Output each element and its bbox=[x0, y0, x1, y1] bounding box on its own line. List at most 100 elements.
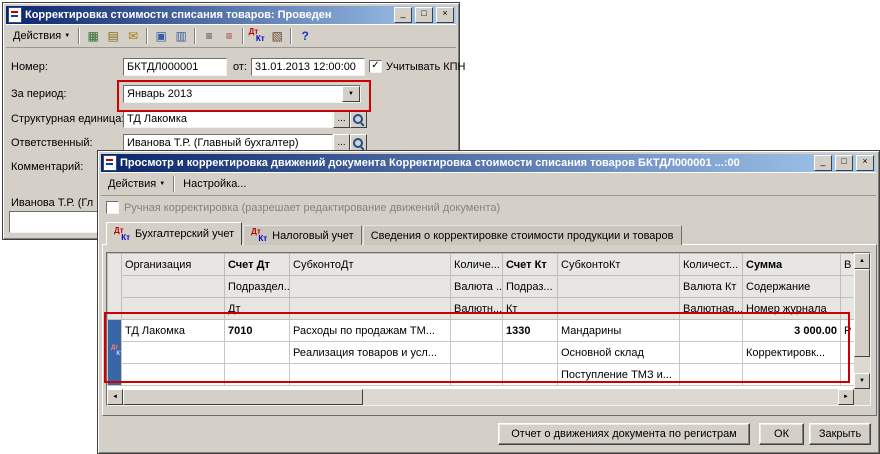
unit-input[interactable]: ТД Лакомка bbox=[123, 110, 333, 128]
cell-schet-kt[interactable] bbox=[503, 342, 558, 364]
scroll-track[interactable] bbox=[854, 357, 870, 373]
postings-table: Организация Счет Дт СубконтоДт Количе...… bbox=[107, 253, 855, 386]
scroll-track[interactable] bbox=[363, 389, 838, 405]
cell-schet-dt[interactable] bbox=[225, 342, 290, 364]
col-header-summa[interactable]: Сумма bbox=[743, 254, 841, 276]
col-header-kol-dt[interactable]: Количе... bbox=[451, 254, 503, 276]
cell-summa[interactable]: 3 000.00 bbox=[743, 320, 841, 342]
maximize-button[interactable]: □ bbox=[835, 155, 853, 171]
help-button[interactable]: ? bbox=[295, 26, 315, 45]
unit-ellipsis-button[interactable]: ... bbox=[333, 110, 350, 128]
close-button[interactable]: Закрыть bbox=[809, 423, 871, 445]
vertical-scrollbar[interactable]: ▲ ▼ bbox=[854, 253, 870, 389]
cell-subkonto-kt[interactable]: Поступление ТМЗ и... bbox=[558, 364, 680, 386]
toolbar-separator bbox=[173, 176, 175, 192]
header-valutn-dt[interactable]: Валютн... bbox=[451, 298, 503, 320]
header-podraz-kt[interactable]: Подраз... bbox=[503, 276, 558, 298]
list-icon: ≡ bbox=[206, 30, 213, 42]
cell-kol-kt[interactable] bbox=[680, 364, 743, 386]
list-button[interactable]: ≡ bbox=[199, 26, 219, 45]
header-nomer-zhurnala[interactable]: Номер журнала bbox=[743, 298, 841, 320]
cell-v[interactable]: Р bbox=[841, 320, 855, 342]
table-row[interactable]: Поступление ТМЗ и... bbox=[108, 364, 855, 386]
report-movements-button[interactable]: Отчет о движениях документа по регистрам bbox=[498, 423, 750, 445]
marked-list-button[interactable]: ≡ bbox=[219, 26, 239, 45]
cell-schet-kt[interactable]: 1330 bbox=[503, 320, 558, 342]
number-input[interactable]: БКТДЛ000001 bbox=[123, 58, 227, 76]
post-document-button[interactable]: ▦ bbox=[83, 26, 103, 45]
send-button[interactable]: ✉ bbox=[123, 26, 143, 45]
cell-schet-dt[interactable] bbox=[225, 364, 290, 386]
journal-button[interactable]: ▧ bbox=[267, 26, 287, 45]
cell-schet-dt[interactable]: 7010 bbox=[225, 320, 290, 342]
table-row[interactable]: ДтКт ТД Лакомка 7010 Расходы по продажам… bbox=[108, 320, 855, 342]
scroll-left-icon[interactable]: ◄ bbox=[107, 389, 123, 405]
close-button[interactable]: × bbox=[436, 7, 454, 23]
col-header-schet-dt[interactable]: Счет Дт bbox=[225, 254, 290, 276]
unit-open-button[interactable] bbox=[350, 110, 367, 128]
dropdown-icon[interactable]: ▼ bbox=[342, 86, 360, 102]
ok-button[interactable]: ОК bbox=[759, 423, 804, 445]
cell-v[interactable] bbox=[841, 364, 855, 386]
header-dt-wrap[interactable]: Дт bbox=[225, 298, 290, 320]
movements-button[interactable]: ▤ bbox=[103, 26, 123, 45]
col-header-subkonto-dt[interactable]: СубконтоДт bbox=[290, 254, 451, 276]
cell-org[interactable] bbox=[122, 364, 225, 386]
cell-v[interactable] bbox=[841, 342, 855, 364]
actions-menu-button[interactable]: Действия ▼ bbox=[8, 26, 75, 46]
horizontal-scrollbar[interactable]: ◄ ► bbox=[107, 389, 854, 405]
scroll-up-icon[interactable]: ▲ bbox=[854, 253, 870, 269]
copy-button[interactable]: ▣ bbox=[151, 26, 171, 45]
col-header-schet-kt[interactable]: Счет Кт bbox=[503, 254, 558, 276]
row-selector[interactable]: ДтКт bbox=[108, 320, 122, 386]
front-window-titlebar[interactable]: Просмотр и корректировка движений докуме… bbox=[101, 154, 876, 172]
header-valuta-dt[interactable]: Валюта ... bbox=[451, 276, 503, 298]
actions-menu-button[interactable]: Действия ▼ bbox=[103, 174, 170, 194]
manual-adjustment-checkbox[interactable] bbox=[106, 201, 119, 214]
cell-kol-dt[interactable] bbox=[451, 342, 503, 364]
header-valuta-kt[interactable]: Валюта Кт bbox=[680, 276, 743, 298]
settings-button[interactable]: Настройка... bbox=[178, 174, 251, 194]
header-valutnaya-kt[interactable]: Валютная... bbox=[680, 298, 743, 320]
back-window-titlebar[interactable]: Корректировка стоимости списания товаров… bbox=[6, 6, 456, 24]
cell-kol-dt[interactable] bbox=[451, 364, 503, 386]
cell-soderzhanie[interactable] bbox=[743, 364, 841, 386]
tab-tax[interactable]: ДтКт Налоговый учет bbox=[243, 225, 362, 245]
table-row[interactable]: Реализация товаров и усл... Основной скл… bbox=[108, 342, 855, 364]
cell-schet-kt[interactable] bbox=[503, 364, 558, 386]
cell-subkonto-kt[interactable]: Основной склад bbox=[558, 342, 680, 364]
header-kt-wrap[interactable]: Кт bbox=[503, 298, 558, 320]
horizontal-scroll-thumb[interactable] bbox=[123, 389, 363, 405]
cell-subkonto-dt[interactable]: Реализация товаров и усл... bbox=[290, 342, 451, 364]
create-based-on-button[interactable]: ▥ bbox=[171, 26, 191, 45]
maximize-button[interactable]: □ bbox=[415, 7, 433, 23]
kpn-checkbox[interactable]: ✓ bbox=[369, 60, 382, 73]
vertical-scroll-thumb[interactable] bbox=[854, 269, 870, 357]
dtkt-button[interactable]: ДтКт bbox=[247, 26, 267, 45]
header-soderzhanie[interactable]: Содержание bbox=[743, 276, 841, 298]
cell-org[interactable]: ТД Лакомка bbox=[122, 320, 225, 342]
scroll-down-icon[interactable]: ▼ bbox=[854, 373, 870, 389]
cell-kol-kt[interactable] bbox=[680, 342, 743, 364]
minimize-button[interactable]: _ bbox=[394, 7, 412, 23]
cell-kol-dt[interactable] bbox=[451, 320, 503, 342]
col-header-v[interactable]: В bbox=[841, 254, 855, 276]
cell-subkonto-dt[interactable] bbox=[290, 364, 451, 386]
actions-label: Действия bbox=[108, 178, 156, 190]
close-button[interactable]: × bbox=[856, 155, 874, 171]
date-input[interactable]: 31.01.2013 12:00:00 bbox=[251, 58, 365, 76]
scroll-right-icon[interactable]: ► bbox=[838, 389, 854, 405]
period-select[interactable]: Январь 2013 ▼ bbox=[123, 85, 361, 103]
tab-accounting[interactable]: ДтКт Бухгалтерский учет bbox=[106, 222, 242, 245]
cell-org[interactable] bbox=[122, 342, 225, 364]
cell-subkonto-kt[interactable]: Мандарины bbox=[558, 320, 680, 342]
col-header-subkonto-kt[interactable]: СубконтоКт bbox=[558, 254, 680, 276]
tab-cost-adjustment-info[interactable]: Сведения о корректировке стоимости проду… bbox=[363, 225, 682, 245]
header-podrazdel-dt[interactable]: Подраздел... bbox=[225, 276, 290, 298]
cell-subkonto-dt[interactable]: Расходы по продажам ТМ... bbox=[290, 320, 451, 342]
cell-soderzhanie[interactable]: Корректировк... bbox=[743, 342, 841, 364]
col-header-org[interactable]: Организация bbox=[122, 254, 225, 276]
minimize-button[interactable]: _ bbox=[814, 155, 832, 171]
col-header-kol-kt[interactable]: Количест... bbox=[680, 254, 743, 276]
cell-kol-kt[interactable] bbox=[680, 320, 743, 342]
